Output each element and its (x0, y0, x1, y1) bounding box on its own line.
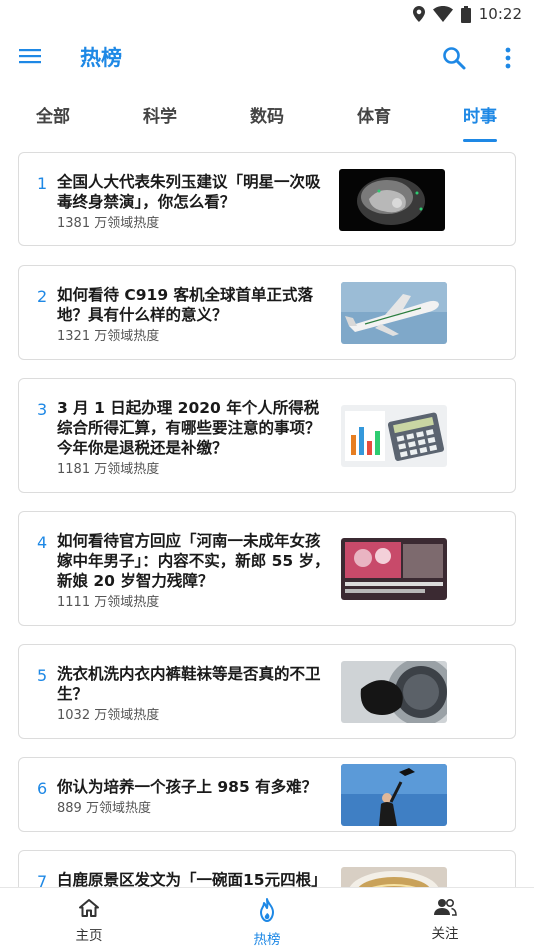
item-title: 3 月 1 日起办理 2020 年个人所得税综合所得汇算，有哪些要注意的事项？今… (57, 399, 321, 457)
search-icon (443, 47, 466, 70)
nav-follow[interactable]: 关注 (405, 898, 485, 942)
rank-number: 4 (37, 533, 48, 552)
nav-home[interactable]: 主页 (49, 898, 129, 944)
item-title: 如何看待 C919 客机全球首单正式落地？具有什么样的意义？ (57, 286, 314, 324)
list-item[interactable]: 2 如何看待 C919 客机全球首单正式落地？具有什么样的意义？ 1321 万领… (18, 265, 516, 360)
rank-number: 1 (37, 174, 48, 193)
news-video-image (341, 538, 447, 600)
search-button[interactable] (440, 44, 468, 72)
rank-number: 5 (37, 666, 48, 685)
washing-machine-image (341, 661, 447, 723)
status-time: 10:22 (478, 5, 522, 23)
status-bar: 10:22 (0, 0, 534, 30)
home-icon (79, 899, 99, 917)
calculator-image (341, 405, 447, 467)
item-heat: 889 万领域热度 (57, 801, 151, 816)
list-item[interactable]: 6 你认为培养一个孩子上 985 有多难？ 889 万领域热度 (18, 757, 516, 832)
tab-current-affairs[interactable]: 时事 (463, 102, 497, 127)
tab-all[interactable]: 全部 (36, 102, 70, 127)
item-heat: 1381 万领域热度 (57, 216, 160, 231)
tab-sports[interactable]: 体育 (357, 102, 391, 127)
menu-button[interactable] (18, 46, 44, 70)
people-icon (434, 898, 457, 916)
rank-number: 2 (37, 287, 48, 306)
item-title: 洗衣机洗内衣内裤鞋袜等是否真的不卫生？ (57, 665, 321, 703)
more-vert-icon (505, 47, 511, 69)
tab-digital[interactable]: 数码 (250, 102, 284, 127)
airplane-image (341, 282, 447, 344)
flame-icon (260, 898, 274, 922)
nav-hot[interactable]: 热榜 (227, 898, 307, 948)
rank-number: 3 (37, 400, 48, 419)
battery-icon (460, 5, 471, 23)
nav-follow-label: 关注 (431, 926, 459, 942)
item-heat: 1181 万领域热度 (57, 462, 160, 477)
item-heat: 1111 万领域热度 (57, 595, 160, 610)
list-item[interactable]: 5 洗衣机洗内衣内裤鞋袜等是否真的不卫生？ 1032 万领域热度 (18, 644, 516, 739)
nav-home-label: 主页 (75, 928, 103, 944)
location-icon (412, 6, 425, 22)
more-options-button[interactable] (498, 44, 518, 72)
category-tabs: 全部 科学 数码 体育 时事 (0, 92, 534, 144)
nav-hot-label: 热榜 (253, 932, 281, 948)
page-title: 热榜 (80, 46, 122, 70)
item-title: 如何看待官方回应「河南一未成年女孩嫁中年男子」：内容不实，新郎 55 岁，新娘 … (57, 532, 330, 590)
bottom-navigation: 主页 热榜 关注 (0, 887, 534, 949)
item-heat: 1032 万领域热度 (57, 708, 160, 723)
list-item[interactable]: 4 如何看待官方回应「河南一未成年女孩嫁中年男子」：内容不实，新郎 55 岁，新… (18, 511, 516, 626)
menu-icon (19, 49, 41, 64)
status-icons: 10:22 (412, 5, 522, 23)
active-tab-indicator (463, 139, 497, 142)
rank-number: 6 (37, 779, 48, 798)
tab-science[interactable]: 科学 (143, 102, 177, 127)
app-bar: 热榜 (0, 30, 534, 86)
brain-scan-image (339, 169, 445, 231)
graduation-image (341, 764, 447, 826)
item-title: 你认为培养一个孩子上 985 有多难？ (57, 778, 318, 796)
item-title: 全国人大代表朱列玉建议「明星一次吸毒终身禁演」，你怎么看？ (57, 173, 321, 211)
list-item[interactable]: 3 3 月 1 日起办理 2020 年个人所得税综合所得汇算，有哪些要注意的事项… (18, 378, 516, 493)
wifi-icon (432, 6, 453, 22)
item-heat: 1321 万领域热度 (57, 329, 160, 344)
list-item[interactable]: 1 全国人大代表朱列玉建议「明星一次吸毒终身禁演」，你怎么看？ 1381 万领域… (18, 152, 516, 246)
